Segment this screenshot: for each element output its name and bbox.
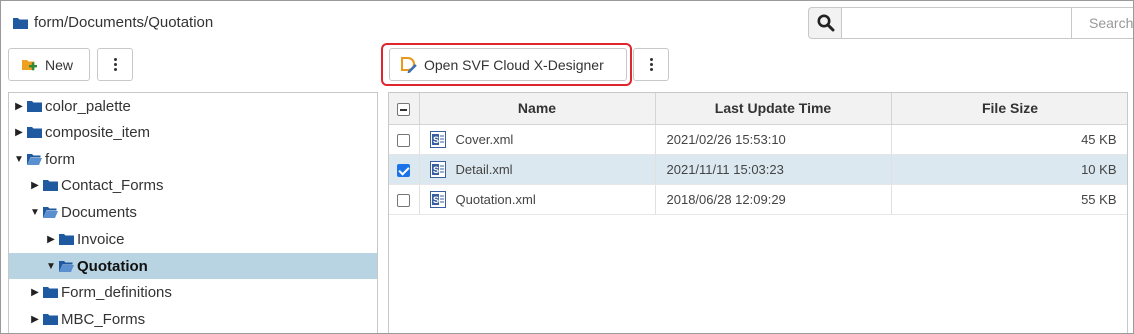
svg-text:S: S: [433, 195, 439, 205]
file-name-cell[interactable]: S Cover.xml: [419, 124, 656, 155]
tree-item-composite-item[interactable]: ▶ composite_item: [9, 119, 377, 145]
tree-item-label: MBC_Forms: [61, 310, 146, 328]
file-table: Name Last Update Time File Size S Cover.…: [388, 92, 1128, 333]
tree-item-label: Documents: [61, 203, 137, 221]
search-input[interactable]: [841, 7, 1072, 39]
file-size-cell: 10 KB: [891, 154, 1127, 185]
open-folder-icon: [59, 261, 74, 272]
open-folder-icon: [27, 154, 42, 165]
file-name: Quotation.xml: [455, 191, 536, 207]
file-size-cell: 45 KB: [891, 124, 1127, 155]
tree-item-mbc-forms[interactable]: ▶ MBC_Forms: [9, 306, 377, 332]
tree-item-documents[interactable]: ▼ Documents: [9, 199, 377, 225]
file-size-cell: 55 KB: [891, 184, 1127, 215]
breadcrumb: form/Documents/Quotation: [13, 14, 213, 31]
file-name: Cover.xml: [455, 131, 514, 147]
file-more-button[interactable]: [633, 48, 669, 81]
search-button[interactable]: Search: [1071, 7, 1133, 39]
column-header-name[interactable]: Name: [419, 93, 656, 125]
expand-arrow-icon[interactable]: ▶: [45, 234, 57, 245]
tree-item-label: Quotation: [77, 257, 148, 275]
file-name: Detail.xml: [455, 161, 513, 177]
table-row[interactable]: S Cover.xml 2021/02/26 15:53:10 45 KB: [389, 124, 1127, 155]
tree-item-color-palette[interactable]: ▶ color_palette: [9, 93, 377, 119]
tree-more-button[interactable]: [97, 48, 133, 81]
folder-icon: [43, 287, 58, 298]
expand-arrow-icon[interactable]: ▶: [13, 101, 25, 112]
file-name-cell[interactable]: S Quotation.xml: [419, 184, 656, 215]
table-header-row: Name Last Update Time File Size: [389, 93, 1127, 125]
tree-item-label: Invoice: [77, 230, 125, 248]
new-folder-icon: [22, 59, 37, 70]
folder-tree: ▶ color_palette ▶ composite_item ▼ form …: [8, 92, 378, 333]
folder-icon: [13, 17, 28, 29]
open-designer-button[interactable]: Open SVF Cloud X-Designer: [389, 48, 627, 81]
xml-file-icon: S: [429, 160, 446, 178]
folder-icon: [27, 101, 42, 112]
folder-icon: [27, 127, 42, 138]
collapse-arrow-icon[interactable]: ▼: [29, 207, 41, 218]
tree-item-label: form: [45, 150, 75, 168]
tree-item-label: Form_definitions: [61, 283, 172, 301]
tree-item-label: composite_item: [45, 123, 151, 141]
new-button[interactable]: New: [8, 48, 90, 81]
collapse-arrow-icon[interactable]: ▼: [45, 261, 57, 272]
breadcrumb-path: form/Documents/Quotation: [34, 14, 214, 31]
tree-item-label: Contact_Forms: [61, 176, 164, 194]
last-update-time-cell: 2021/02/26 15:53:10: [655, 124, 892, 155]
tree-item-form-definitions[interactable]: ▶ Form_definitions: [9, 279, 377, 305]
expand-arrow-icon[interactable]: ▶: [29, 180, 41, 191]
table-row[interactable]: S Detail.xml 2021/11/11 15:03:23 10 KB: [389, 154, 1127, 185]
tree-item-invoice[interactable]: ▶ Invoice: [9, 226, 377, 252]
xml-file-icon: S: [429, 130, 446, 148]
file-manager-window: form/Documents/Quotation Search New Open…: [0, 0, 1134, 334]
expand-arrow-icon[interactable]: ▶: [13, 127, 25, 138]
svg-text:S: S: [433, 135, 439, 145]
row-checkbox-cell: [389, 124, 420, 155]
expand-arrow-icon[interactable]: ▶: [29, 314, 41, 325]
column-header-last-update-time[interactable]: Last Update Time: [655, 93, 892, 125]
last-update-time-cell: 2021/11/11 15:03:23: [655, 154, 892, 185]
tree-item-quotation[interactable]: ▼ Quotation: [9, 253, 377, 279]
folder-icon: [43, 314, 58, 325]
designer-pencil-icon: [401, 56, 417, 73]
new-button-label: New: [45, 56, 74, 73]
kebab-menu-icon: [649, 58, 653, 71]
last-update-time-cell: 2018/06/28 12:09:29: [655, 184, 892, 215]
kebab-menu-icon: [113, 58, 117, 71]
tree-item-form[interactable]: ▼ form: [9, 146, 377, 172]
expand-arrow-icon[interactable]: ▶: [29, 287, 41, 298]
file-name-cell[interactable]: S Detail.xml: [419, 154, 656, 185]
row-checkbox[interactable]: [397, 133, 411, 147]
select-all-checkbox[interactable]: [397, 103, 411, 117]
row-checkbox[interactable]: [397, 163, 411, 177]
row-checkbox[interactable]: [397, 193, 411, 207]
row-checkbox-cell: [389, 184, 420, 215]
tree-item-contact-forms[interactable]: ▶ Contact_Forms: [9, 172, 377, 198]
folder-icon: [59, 234, 74, 245]
table-row[interactable]: S Quotation.xml 2018/06/28 12:09:29 55 K…: [389, 184, 1127, 215]
search-icon: [817, 14, 834, 32]
open-designer-label: Open SVF Cloud X-Designer: [424, 56, 604, 73]
collapse-arrow-icon[interactable]: ▼: [13, 154, 25, 165]
tree-item-label: color_palette: [45, 97, 131, 115]
search-icon-button[interactable]: [808, 7, 842, 39]
folder-icon: [43, 180, 58, 191]
xml-file-icon: S: [429, 190, 446, 208]
svg-text:S: S: [433, 165, 439, 175]
column-header-file-size[interactable]: File Size: [891, 93, 1127, 125]
open-folder-icon: [43, 207, 58, 218]
select-all-header: [389, 93, 420, 125]
row-checkbox-cell: [389, 154, 420, 185]
